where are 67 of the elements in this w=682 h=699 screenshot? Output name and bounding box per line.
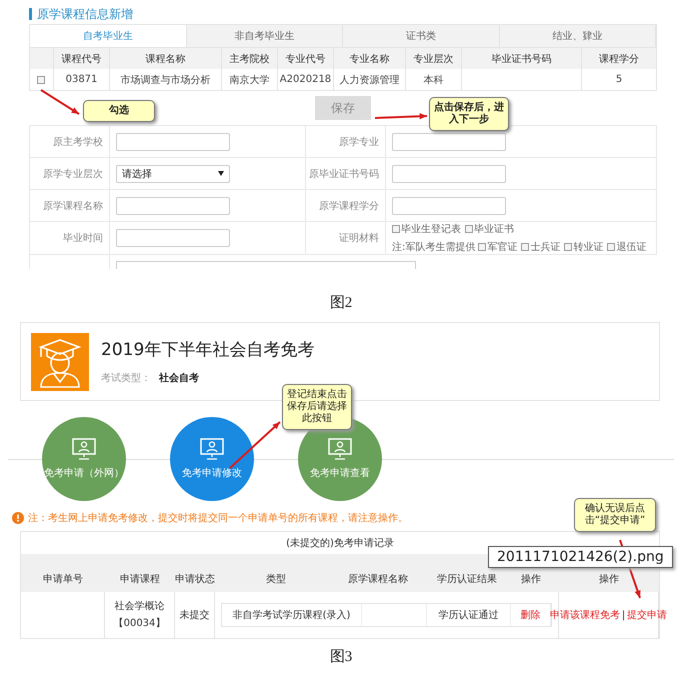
checkbox-option[interactable]: 军官证 — [478, 240, 518, 254]
tab[interactable]: 证书类 — [343, 25, 500, 47]
checkbox-option[interactable]: 退伍证 — [607, 240, 646, 254]
field-label: 原学专业 — [306, 126, 386, 158]
table-cell: 人力资源管理 — [334, 69, 406, 91]
figure-caption: 图2 — [330, 294, 352, 312]
type-label: 考试类型： — [101, 373, 151, 384]
apply-link[interactable]: 申请该课程免考 — [550, 606, 620, 624]
table-cell: A2020218 — [278, 69, 334, 91]
column-header: 专业层次 — [406, 48, 462, 69]
column-header: 毕业证书号码 — [462, 48, 582, 69]
column-header: 主考院校 — [222, 48, 278, 69]
field-label: 原学课程名称 — [30, 190, 110, 222]
table-cell: 03871 — [54, 69, 110, 91]
step-button[interactable]: 免考申请修改 — [170, 417, 254, 501]
table-cell: 5 — [582, 69, 657, 91]
column-header: 课程学分 — [582, 48, 657, 69]
table-cell: 南京大学 — [222, 69, 278, 91]
column-header: 专业代号 — [278, 48, 334, 69]
callout-tooltip: 勾选 — [83, 100, 155, 122]
type-value: 社会自考 — [159, 373, 199, 384]
field-label: 毕业时间 — [30, 222, 110, 255]
table-cell: 非自学考试学历课程(录入) — [222, 604, 362, 626]
separator-text: | — [622, 608, 626, 622]
notice-text: 注：考生网上申请免考修改，提交时将提交同一个申请单号的所有课程，请注意操作。 — [28, 512, 408, 525]
section-title: 原学课程信息新增 — [29, 8, 657, 20]
checkbox-option[interactable]: 毕业生登记表 — [392, 222, 461, 236]
table-cell-text: 【00034】 — [114, 616, 166, 631]
file-tooltip: 2011171021426(2).png — [488, 546, 673, 568]
save-button[interactable]: 保存 — [315, 96, 371, 120]
table-cell-text: 社会学概论 — [114, 600, 164, 614]
figure-caption: 图3 — [330, 648, 352, 666]
field-label: 原毕业证书号码 — [306, 158, 386, 190]
table-cell: 市场调查与市场分析 — [110, 69, 222, 91]
callout-tooltip: 登记结束点击保存后请选择此按钮 — [282, 384, 352, 430]
tab[interactable]: 结业、肄业 — [500, 25, 656, 47]
column-header: 申请课程 — [120, 573, 160, 586]
field-label: 原主考学校 — [30, 126, 110, 158]
column-header: 操作 — [520, 573, 542, 586]
table-cell: 本科 — [406, 69, 462, 91]
exam-title: 2019年下半年社会自考免考 — [101, 339, 314, 361]
column-header: 课程名称 — [110, 48, 222, 69]
table-cell: 未提交 — [175, 592, 215, 638]
field-label: 证明材料 — [306, 222, 386, 255]
column-header: 学历认证结果 — [436, 573, 498, 586]
checkbox-option[interactable]: 毕业证书 — [465, 222, 514, 236]
step-button[interactable]: 免考申请（外网） — [42, 417, 126, 501]
submit-link[interactable]: 提交申请 — [627, 606, 668, 624]
delete-link[interactable]: 删除 — [520, 606, 540, 624]
column-header: 课程代号 — [54, 48, 110, 69]
select-field[interactable]: 请选择 — [116, 164, 230, 182]
table-title: (未提交的)免考申请记录 — [285, 536, 395, 551]
column-header: 类型 — [265, 573, 287, 586]
column-header: 申请状态 — [175, 573, 215, 586]
column-header: 操作 — [599, 573, 619, 586]
callout-tooltip: 确认无误后点击“提交申请” — [574, 498, 656, 532]
field-label: 原学专业层次 — [30, 158, 110, 190]
tab[interactable]: 非自考毕业生 — [186, 25, 343, 47]
checkbox-option[interactable]: 士兵证 — [521, 240, 560, 254]
table-cell: 学历认证通过 — [427, 604, 511, 626]
column-header: 原学课程名称 — [347, 573, 409, 586]
checkbox-option[interactable]: 转业证 — [564, 240, 604, 254]
column-header: 专业名称 — [334, 48, 406, 69]
note-text: 注:军队考生需提供 — [392, 240, 476, 254]
callout-tooltip: 点击保存后，进入下一步 — [429, 97, 509, 131]
field-label: 原学课程学分 — [306, 190, 386, 222]
column-header: 申请单号 — [43, 573, 83, 586]
